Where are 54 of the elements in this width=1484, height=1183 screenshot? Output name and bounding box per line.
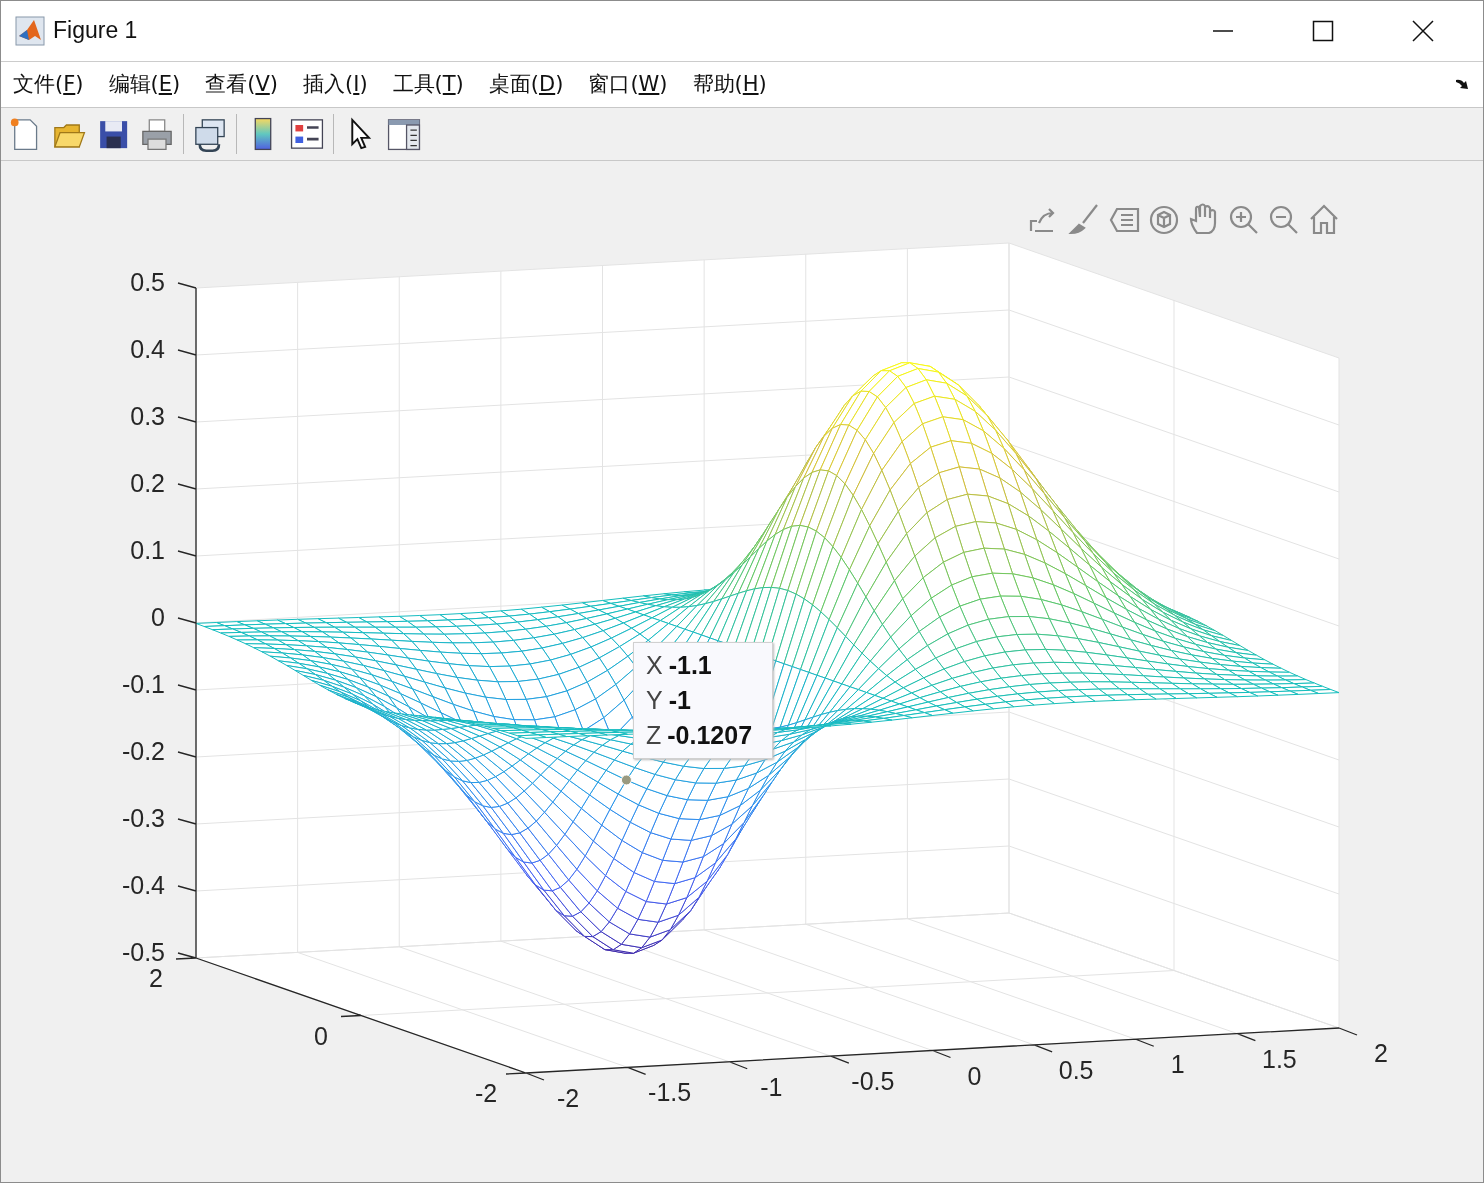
linked-windows-icon[interactable] bbox=[192, 116, 228, 153]
tick-label: 0 bbox=[151, 603, 165, 631]
menu-item[interactable]: 插入(I) bbox=[302, 70, 368, 99]
tick-label: 1.5 bbox=[1262, 1044, 1297, 1073]
menu-item[interactable]: 帮助(H) bbox=[692, 70, 767, 99]
tick-label: -0.1 bbox=[121, 670, 165, 698]
tick-label: 0.5 bbox=[1058, 1055, 1094, 1084]
maximize-icon[interactable] bbox=[1312, 19, 1334, 42]
property-panel-icon[interactable] bbox=[386, 116, 422, 153]
rotate-icon[interactable] bbox=[1149, 205, 1179, 235]
pan-hand-icon[interactable] bbox=[1189, 203, 1217, 235]
tick-label: 1 bbox=[1170, 1050, 1185, 1079]
tick-label: 0.1 bbox=[130, 536, 165, 564]
tick-label: -0.4 bbox=[121, 871, 165, 899]
tick-label: 0.5 bbox=[130, 268, 165, 296]
data-point-marker bbox=[620, 774, 632, 786]
tick-label: -2 bbox=[556, 1084, 580, 1112]
menu-item[interactable]: 查看(V) bbox=[205, 70, 278, 99]
tick-label: -1.5 bbox=[648, 1078, 692, 1107]
data-tip-icon[interactable] bbox=[1109, 207, 1140, 233]
tick-label: -0.5 bbox=[121, 938, 165, 966]
app-logo-icon bbox=[15, 15, 45, 46]
tick-label: -0.2 bbox=[121, 737, 165, 765]
data-tip-value: -0.1207 bbox=[667, 721, 753, 750]
data-tip-value: -1.1 bbox=[668, 651, 712, 680]
menu-item[interactable]: 文件(F) bbox=[13, 70, 84, 99]
export-icon[interactable] bbox=[1029, 207, 1055, 233]
printer-icon[interactable] bbox=[139, 116, 175, 153]
zoom-out-icon[interactable] bbox=[1269, 205, 1299, 235]
tick-label: -2 bbox=[474, 1079, 498, 1107]
menu-item[interactable]: 编辑(E) bbox=[108, 70, 181, 99]
tick-label: 0.3 bbox=[130, 402, 165, 430]
menu-item[interactable]: 窗口(W) bbox=[588, 70, 668, 99]
menu-item[interactable]: 桌面(D) bbox=[488, 70, 564, 99]
data-tip-value: -1 bbox=[668, 686, 691, 715]
dock-arrow-icon[interactable] bbox=[1455, 78, 1471, 91]
tick-label: 2 bbox=[149, 964, 163, 992]
data-tip-label: X bbox=[646, 651, 663, 680]
home-icon[interactable] bbox=[1309, 204, 1339, 235]
window-title: Figure 1 bbox=[53, 17, 138, 45]
tick-label: -0.3 bbox=[121, 804, 165, 832]
tick-label: 0.2 bbox=[130, 469, 165, 497]
zoom-in-icon[interactable] bbox=[1229, 205, 1259, 235]
tick-label: 0.4 bbox=[130, 335, 165, 363]
tick-label: 0 bbox=[314, 1021, 328, 1050]
data-tip-label: Z bbox=[646, 721, 662, 750]
tick-label: -0.5 bbox=[851, 1067, 895, 1096]
brush-icon[interactable] bbox=[1069, 204, 1098, 235]
data-tip-label: Y bbox=[646, 686, 663, 715]
tick-label: 2 bbox=[1374, 1039, 1388, 1067]
tick-label: 0 bbox=[967, 1061, 982, 1090]
close-icon[interactable] bbox=[1412, 19, 1434, 42]
tick-label: -1 bbox=[760, 1072, 783, 1101]
menu-item[interactable]: 工具(T) bbox=[392, 70, 464, 99]
